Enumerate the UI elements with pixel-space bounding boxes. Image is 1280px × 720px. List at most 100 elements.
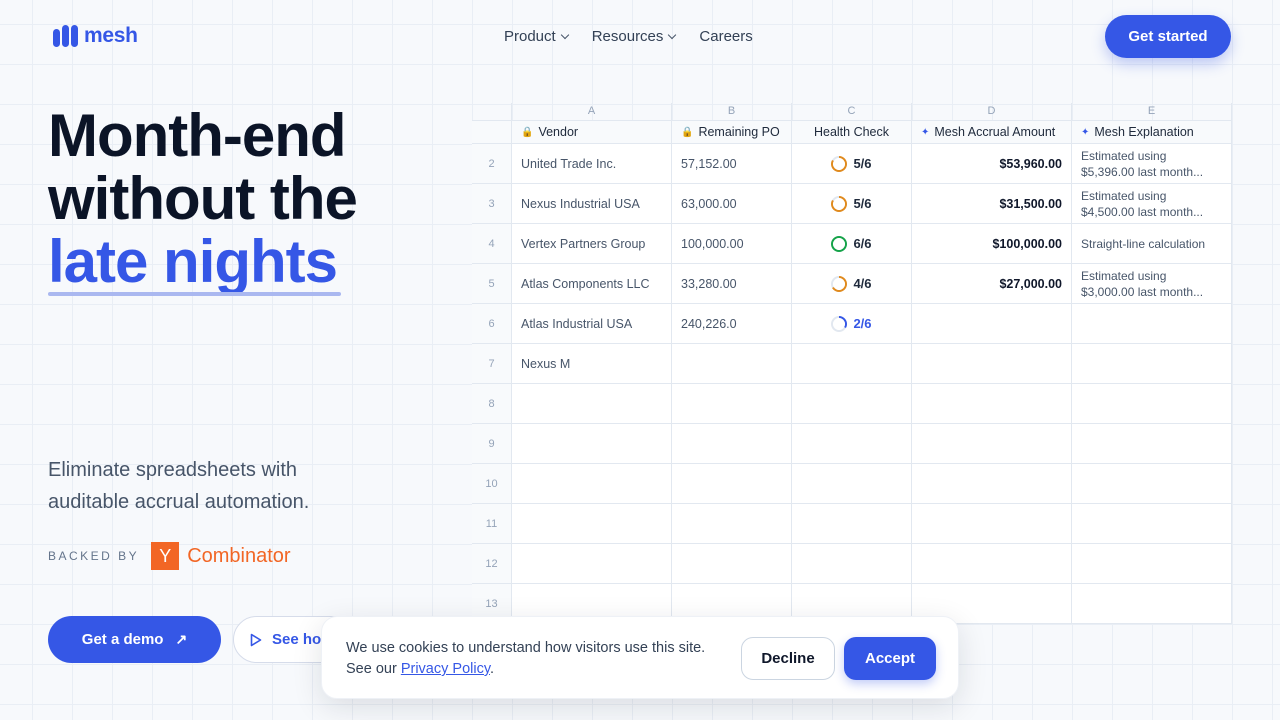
vendor-cell[interactable]: United Trade Inc. <box>512 144 672 183</box>
explanation-cell[interactable] <box>1072 344 1232 383</box>
accrual-amount-cell[interactable] <box>912 464 1072 503</box>
vendor-cell[interactable] <box>512 424 672 463</box>
decline-button[interactable]: Decline <box>741 637 835 680</box>
remaining-po-cell[interactable] <box>672 464 792 503</box>
remaining-po-cell[interactable] <box>672 504 792 543</box>
accrual-amount-cell[interactable] <box>912 544 1072 583</box>
get-demo-button[interactable]: Get a demo ↗ <box>48 616 221 663</box>
explanation-cell[interactable]: Estimated using $4,500.00 last month... <box>1072 184 1232 223</box>
health-check-cell[interactable] <box>792 424 912 463</box>
row-number: 9 <box>472 424 512 463</box>
health-check-cell[interactable]: 5/6 <box>792 184 912 223</box>
row-number: 11 <box>472 504 512 543</box>
explanation-cell[interactable]: Straight-line calculation <box>1072 224 1232 263</box>
backed-by-label: BACKED BY <box>48 549 140 563</box>
health-ring-icon <box>831 275 848 292</box>
accept-button[interactable]: Accept <box>844 637 936 680</box>
privacy-policy-link[interactable]: Privacy Policy <box>401 661 490 677</box>
health-ring-icon <box>831 195 848 212</box>
health-check-value: 5/6 <box>831 155 872 172</box>
accrual-amount-cell[interactable]: $53,960.00 <box>912 144 1072 183</box>
remaining-po-cell[interactable]: 57,152.00 <box>672 144 792 183</box>
column-letter: B <box>672 103 792 120</box>
vendor-cell[interactable]: Atlas Industrial USA <box>512 304 672 343</box>
remaining-po-cell[interactable] <box>672 384 792 423</box>
mesh-logo[interactable]: mesh <box>53 24 138 48</box>
explanation-cell[interactable] <box>1072 464 1232 503</box>
explanation-cell[interactable]: Estimated using $3,000.00 last month... <box>1072 264 1232 303</box>
nav-careers[interactable]: Careers <box>699 28 752 45</box>
health-check-cell[interactable] <box>792 384 912 423</box>
header-health-check: Health Check <box>792 121 912 143</box>
vendor-cell[interactable] <box>512 464 672 503</box>
table-row[interactable]: 8 <box>472 384 1232 424</box>
vendor-cell[interactable]: Nexus M <box>512 344 672 383</box>
health-check-cell[interactable]: 6/6 <box>792 224 912 263</box>
row-number: 10 <box>472 464 512 503</box>
table-row[interactable]: 12 <box>472 544 1232 584</box>
explanation-cell[interactable] <box>1072 304 1232 343</box>
vendor-cell[interactable] <box>512 384 672 423</box>
logo-text: mesh <box>84 24 138 47</box>
cookie-period: . <box>490 661 495 677</box>
remaining-po-cell[interactable]: 33,280.00 <box>672 264 792 303</box>
nav-product[interactable]: Product <box>504 28 569 45</box>
explanation-cell[interactable] <box>1072 504 1232 543</box>
header-remaining-po-label: Remaining PO <box>698 125 780 139</box>
get-started-button[interactable]: Get started <box>1105 15 1231 58</box>
accrual-amount-cell[interactable] <box>912 304 1072 343</box>
remaining-po-cell[interactable] <box>672 344 792 383</box>
table-row[interactable]: 11 <box>472 504 1232 544</box>
table-row[interactable]: 5 Atlas Components LLC 33,280.00 4/6 $27,000… <box>472 264 1232 304</box>
health-check-cell[interactable] <box>792 504 912 543</box>
table-row[interactable]: 4 Vertex Partners Group 100,000.00 6/6 $100,… <box>472 224 1232 264</box>
health-check-cell[interactable] <box>792 464 912 503</box>
accrual-amount-cell[interactable] <box>912 424 1072 463</box>
table-row[interactable]: 9 <box>472 424 1232 464</box>
header-row: 🔒 Vendor 🔒 Remaining PO Health Check ✦ Mesh… <box>472 120 1232 144</box>
remaining-po-cell[interactable] <box>672 424 792 463</box>
accrual-amount-cell[interactable]: $27,000.00 <box>912 264 1072 303</box>
table-row[interactable]: 10 <box>472 464 1232 504</box>
table-row[interactable]: 7 Nexus M <box>472 344 1232 384</box>
vendor-cell[interactable]: Vertex Partners Group <box>512 224 672 263</box>
vendor-cell[interactable] <box>512 544 672 583</box>
explanation-cell[interactable] <box>1072 584 1232 623</box>
get-demo-label: Get a demo <box>81 631 164 648</box>
nav-resources[interactable]: Resources <box>592 28 677 45</box>
row-number: 2 <box>472 144 512 183</box>
accrual-amount-cell[interactable] <box>912 504 1072 543</box>
hero-title-line1: Month-end <box>48 102 347 169</box>
explanation-cell[interactable] <box>1072 424 1232 463</box>
remaining-po-cell[interactable] <box>672 544 792 583</box>
table-row[interactable]: 3 Nexus Industrial USA 63,000.00 5/6 $31,500… <box>472 184 1232 224</box>
explanation-cell[interactable] <box>1072 384 1232 423</box>
remaining-po-cell[interactable]: 240,226.0 <box>672 304 792 343</box>
health-check-cell[interactable] <box>792 544 912 583</box>
row-number: 12 <box>472 544 512 583</box>
health-score: 5/6 <box>853 156 872 171</box>
accrual-amount-cell[interactable] <box>912 384 1072 423</box>
row-number: 6 <box>472 304 512 343</box>
nav-product-label: Product <box>504 28 556 45</box>
vendor-cell[interactable]: Atlas Components LLC <box>512 264 672 303</box>
remaining-po-cell[interactable]: 100,000.00 <box>672 224 792 263</box>
table-row[interactable]: 6 Atlas Industrial USA 240,226.0 2/6 <box>472 304 1232 344</box>
vendor-cell[interactable] <box>512 504 672 543</box>
accrual-amount-cell[interactable]: $100,000.00 <box>912 224 1072 263</box>
vendor-cell[interactable]: Nexus Industrial USA <box>512 184 672 223</box>
health-check-value: 2/6 <box>831 315 872 332</box>
table-row[interactable]: 2 United Trade Inc. 57,152.00 5/6 $53,960.00… <box>472 144 1232 184</box>
explanation-cell[interactable] <box>1072 544 1232 583</box>
explanation-cell[interactable]: Estimated using $5,396.00 last month... <box>1072 144 1232 183</box>
health-check-cell[interactable]: 5/6 <box>792 144 912 183</box>
backed-by: BACKED BY Y Combinator <box>48 542 291 570</box>
health-check-cell[interactable] <box>792 344 912 383</box>
health-check-cell[interactable]: 4/6 <box>792 264 912 303</box>
y-combinator-logo-icon: Y <box>151 542 180 570</box>
top-nav: mesh Product Resources Careers Get start… <box>0 0 1280 72</box>
health-check-cell[interactable]: 2/6 <box>792 304 912 343</box>
accrual-amount-cell[interactable] <box>912 344 1072 383</box>
remaining-po-cell[interactable]: 63,000.00 <box>672 184 792 223</box>
accrual-amount-cell[interactable]: $31,500.00 <box>912 184 1072 223</box>
